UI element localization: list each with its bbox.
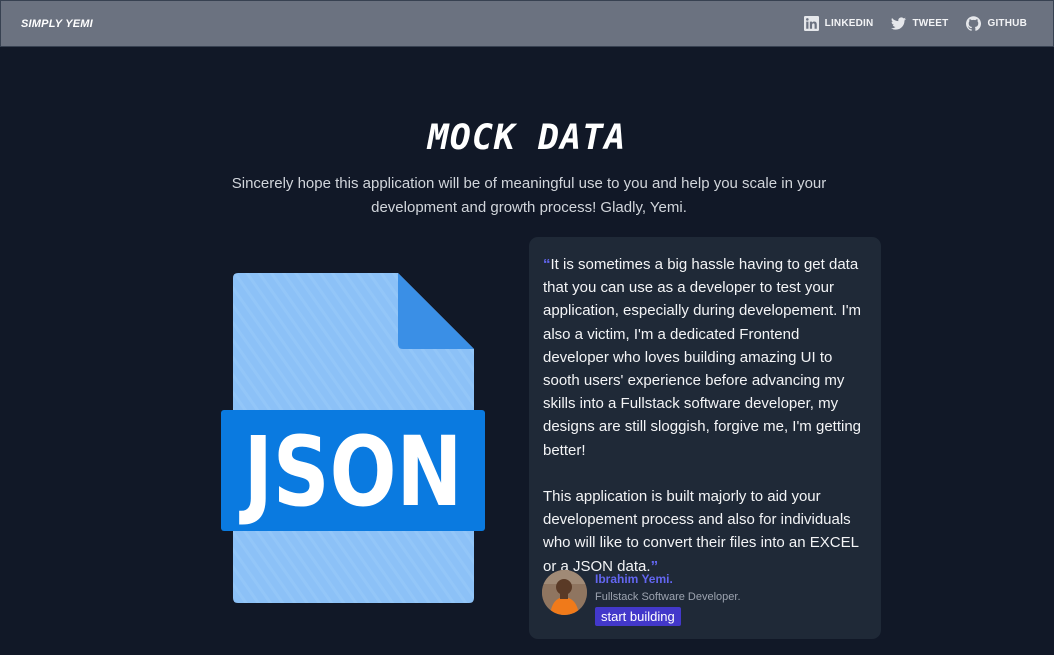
testimonial-paragraph-1: It is sometimes a big hassle having to g…: [543, 256, 862, 459]
tweet-link[interactable]: TWEET: [891, 16, 948, 31]
twitter-icon: [891, 17, 907, 30]
tweet-label: TWEET: [912, 18, 949, 29]
author-name: Ibrahim Yemi.: [595, 572, 673, 586]
author-info: Ibrahim Yemi. Fullstack Software Develop…: [595, 570, 741, 626]
testimonial-card: “It is sometimes a big hassle having to …: [529, 237, 881, 639]
linkedin-label: LINKEDIN: [824, 18, 874, 29]
json-label: JSON: [239, 416, 462, 528]
page-subtitle: Sincerely hope this application will be …: [231, 175, 827, 216]
github-label: GITHUB: [987, 18, 1027, 29]
start-building-button[interactable]: start building: [595, 607, 681, 626]
linkedin-icon: [803, 16, 819, 31]
top-navbar: SIMPLY YEMI LINKEDIN TWEET GITHUB: [0, 0, 1054, 47]
open-quote-mark: “: [543, 256, 551, 273]
linkedin-link[interactable]: LINKEDIN: [803, 16, 874, 31]
author-block: Ibrahim Yemi. Fullstack Software Develop…: [542, 570, 741, 626]
testimonial-text: “It is sometimes a big hassle having to …: [543, 253, 867, 578]
author-role: Fullstack Software Developer.: [595, 591, 741, 603]
avatar: [542, 570, 587, 615]
json-file-icon: JSON: [221, 273, 485, 603]
testimonial-paragraph-2: This application is built majorly to aid…: [543, 488, 859, 575]
social-links: LINKEDIN TWEET GITHUB: [803, 16, 1027, 31]
page-title: MOCK DATA: [427, 118, 627, 158]
github-link[interactable]: GITHUB: [966, 16, 1027, 31]
brand-logo[interactable]: SIMPLY YEMI: [21, 18, 93, 30]
github-icon: [966, 16, 982, 31]
